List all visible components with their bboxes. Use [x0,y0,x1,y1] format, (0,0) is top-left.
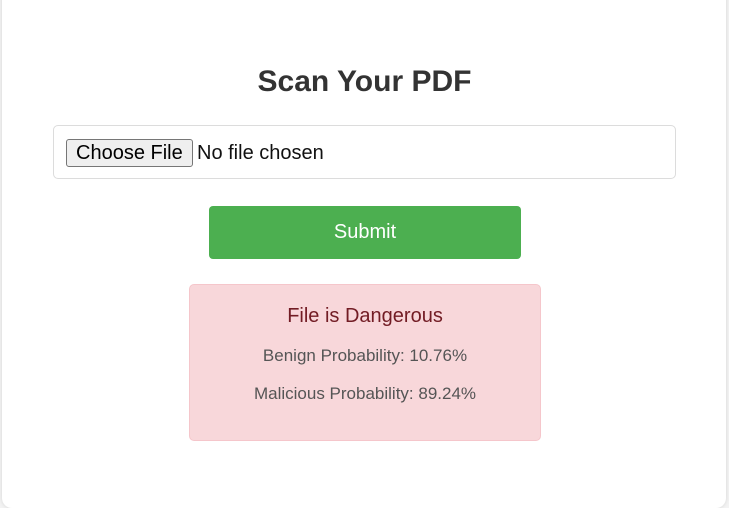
malicious-probability: Malicious Probability: 89.24% [253,384,477,403]
result-title: File is Dangerous [287,305,443,327]
submit-button[interactable]: Submit [209,206,521,259]
benign-probability: Benign Probability: 10.76% [262,346,468,365]
choose-file-button[interactable]: Choose File [66,139,193,167]
result-box: File is Dangerous Benign Probability: 10… [189,284,541,441]
page-title: Scan Your PDF [257,65,472,98]
file-status-text: No file chosen [197,142,324,164]
file-upload-box: Choose File No file chosen [53,125,676,179]
